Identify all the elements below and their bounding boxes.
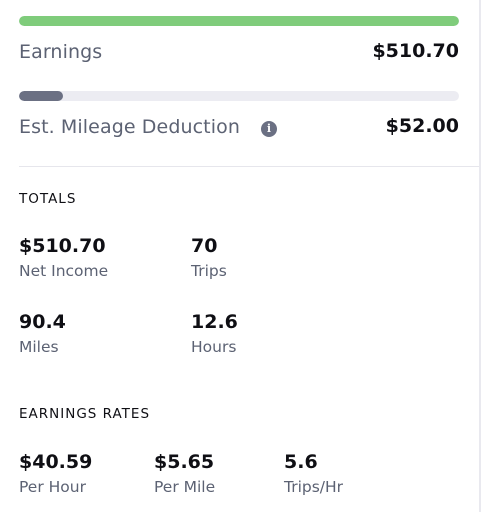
per-hour-label: Per Hour [19, 478, 86, 496]
earnings-label: Earnings [19, 41, 103, 63]
earnings-value: $510.70 [372, 40, 459, 62]
hours-stat: 12.6 Hours [191, 310, 238, 357]
trips-per-hour-label: Trips/Hr [284, 478, 344, 496]
trips-label: Trips [191, 262, 227, 280]
mileage-progress-bar [19, 91, 459, 101]
miles-value: 90.4 [19, 311, 66, 333]
trips-stat: 70 Trips [191, 234, 227, 281]
trips-value: 70 [191, 235, 218, 257]
per-mile-stat: $5.65 Per Mile [154, 450, 215, 497]
trips-per-hour-value: 5.6 [284, 451, 318, 473]
net-income-stat: $510.70 Net Income [19, 234, 108, 281]
earnings-progress-fill [19, 16, 459, 26]
info-icon[interactable]: i [261, 121, 277, 137]
totals-heading: TOTALS [19, 191, 77, 207]
hours-label: Hours [191, 338, 237, 356]
earnings-progress-bar [19, 16, 459, 26]
per-hour-stat: $40.59 Per Hour [19, 450, 92, 497]
mileage-deduction-value: $52.00 [385, 115, 459, 137]
per-hour-value: $40.59 [19, 451, 93, 473]
hours-value: 12.6 [191, 311, 238, 333]
per-mile-value: $5.65 [154, 451, 215, 473]
per-mile-label: Per Mile [154, 478, 216, 496]
net-income-label: Net Income [19, 262, 109, 280]
earnings-rates-heading: EARNINGS RATES [19, 406, 151, 422]
trips-per-hour-stat: 5.6 Trips/Hr [284, 450, 343, 497]
miles-stat: 90.4 Miles [19, 310, 66, 357]
mileage-deduction-label: Est. Mileage Deduction [19, 116, 240, 138]
net-income-value: $510.70 [19, 235, 106, 257]
miles-label: Miles [19, 338, 59, 356]
mileage-progress-fill [19, 91, 63, 101]
section-divider [19, 166, 479, 167]
